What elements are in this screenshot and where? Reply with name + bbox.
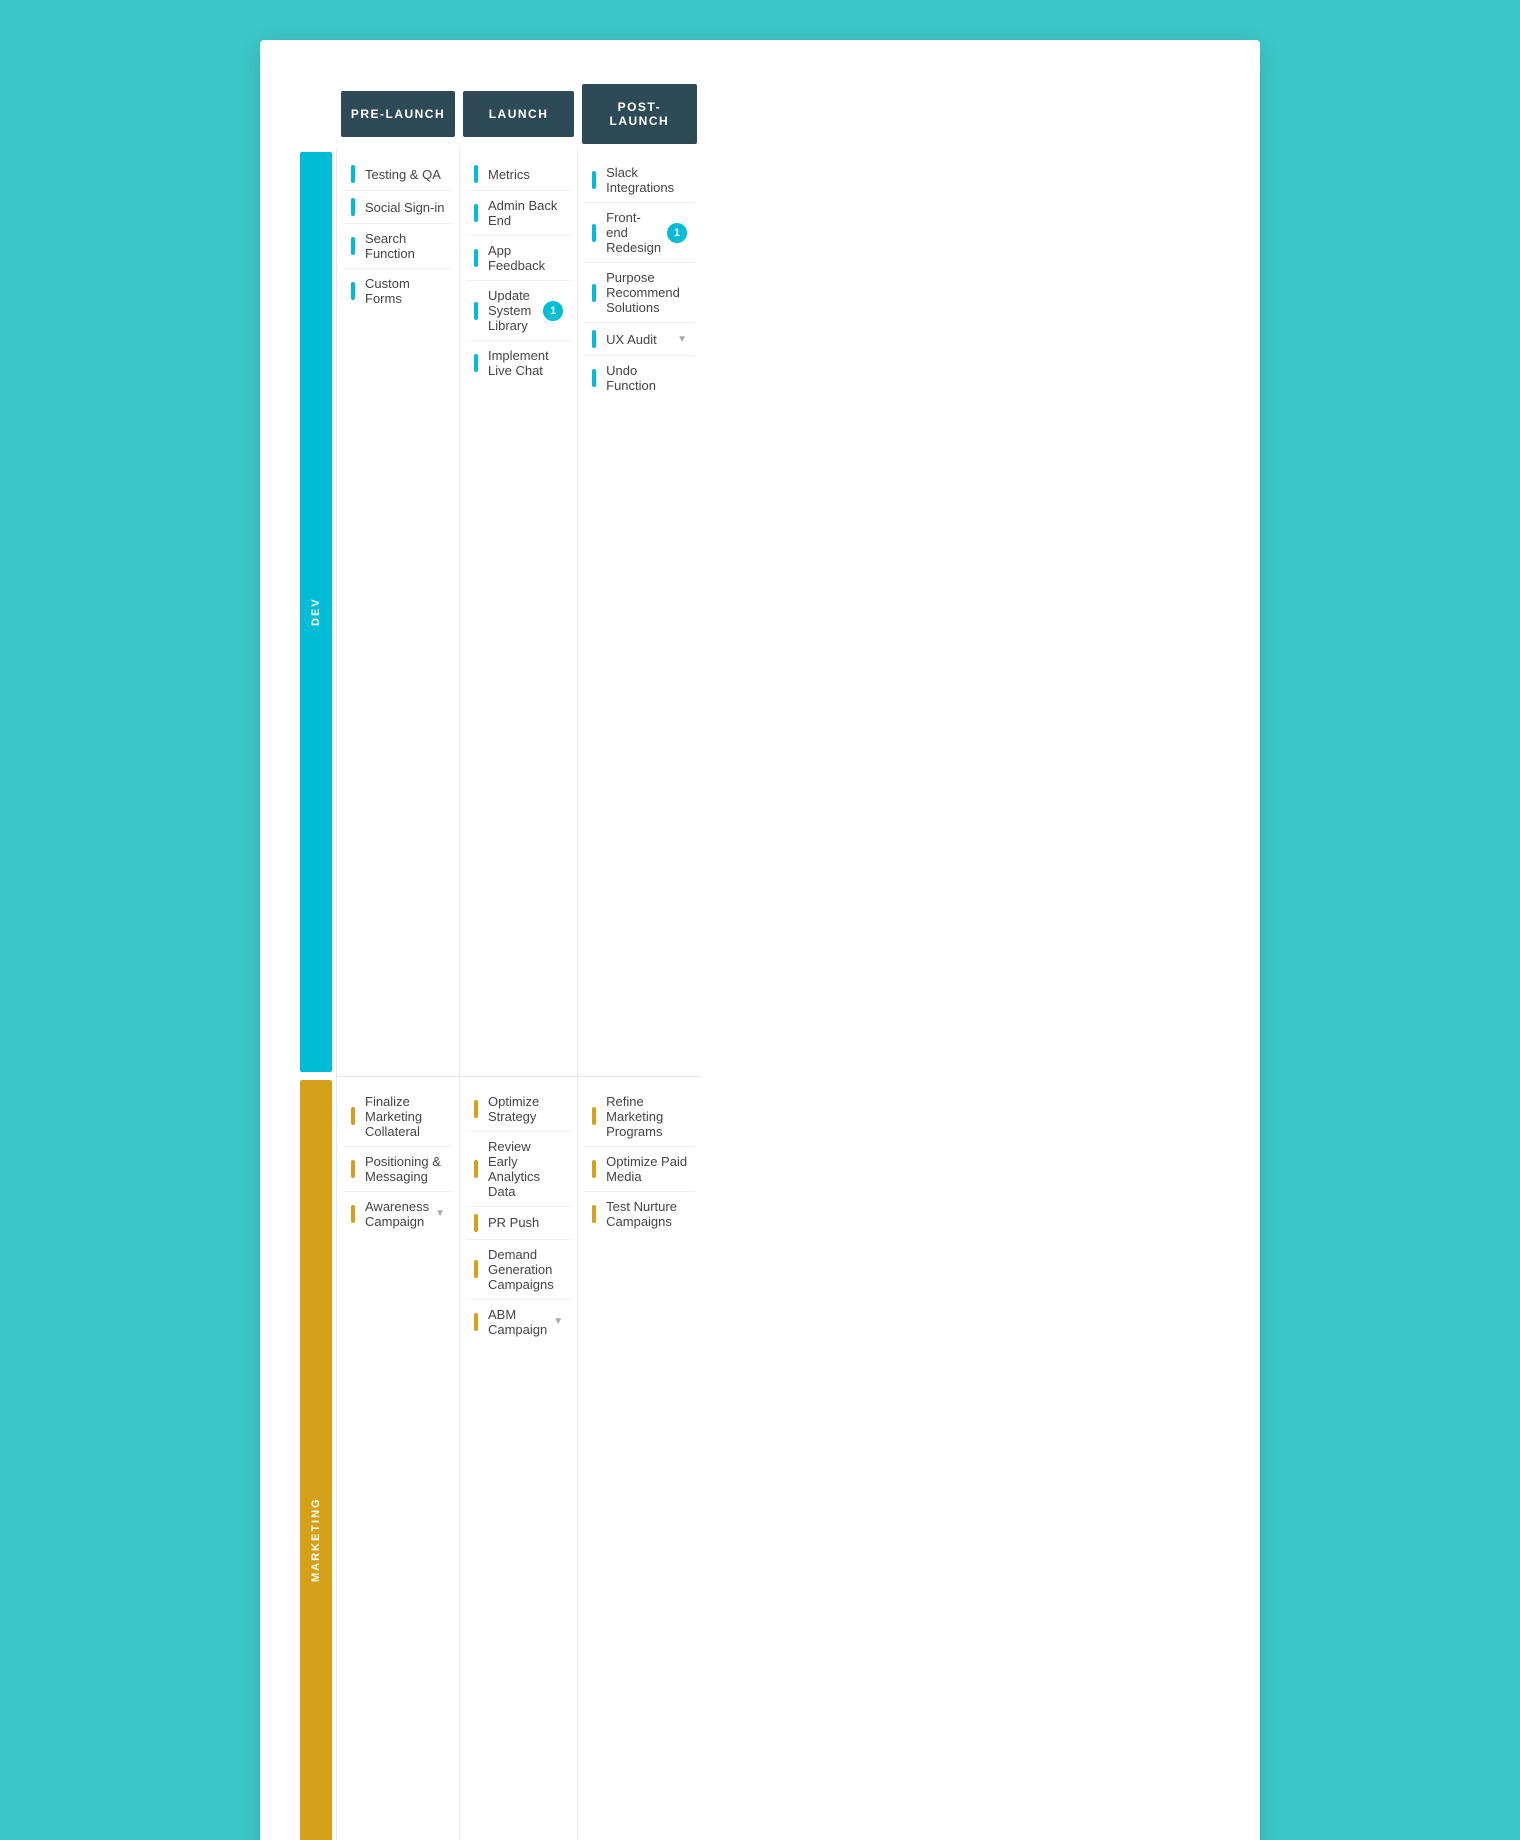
task-label: Implement Live Chat	[488, 348, 563, 378]
task-bar	[351, 165, 355, 183]
task-bar	[592, 1160, 596, 1178]
task-item[interactable]: Front-end Redesign 1	[584, 203, 695, 263]
dropdown-arrow-icon: ▼	[553, 1316, 563, 1327]
task-bar	[592, 1107, 596, 1125]
task-item[interactable]: PR Push	[466, 1207, 571, 1240]
task-label: Test Nurture Campaigns	[606, 1199, 687, 1229]
task-bar	[351, 282, 355, 300]
task-bar	[351, 1107, 355, 1125]
task-bar	[592, 330, 596, 348]
task-label: Positioning & Messaging	[365, 1154, 445, 1184]
task-item[interactable]: Slack Integrations	[584, 158, 695, 203]
col-header-label: LAUNCH	[463, 91, 573, 137]
col-header-post-launch: POST-LAUNCH	[578, 80, 701, 148]
task-bar	[474, 354, 478, 372]
task-label: Review Early Analytics Data	[488, 1139, 563, 1199]
task-label: Awareness Campaign	[365, 1199, 429, 1229]
task-item[interactable]: Positioning & Messaging	[343, 1147, 453, 1192]
task-item[interactable]: Implement Live Chat	[466, 341, 571, 385]
task-item[interactable]: Search Function	[343, 224, 453, 269]
task-bar	[474, 204, 478, 222]
cell-dev-post-launch: Slack Integrations Front-end Redesign 1 Pur…	[578, 148, 701, 1076]
task-bar	[474, 249, 478, 267]
task-item[interactable]: Refine Marketing Programs	[584, 1087, 695, 1147]
row-label-dev: DEV	[300, 152, 332, 1072]
task-item[interactable]: Purpose Recommend Solutions	[584, 263, 695, 323]
task-item[interactable]: Custom Forms	[343, 269, 453, 313]
task-bar	[592, 224, 596, 242]
task-label: Metrics	[488, 167, 563, 182]
col-header-label: POST-LAUNCH	[582, 84, 697, 144]
cell-marketing-launch: Optimize Strategy Review Early Analytics …	[459, 1076, 577, 1840]
row-marketing: MARKETING Finalize Marketing Collateral Po…	[300, 1076, 701, 1840]
task-badge: 1	[543, 301, 563, 321]
dropdown-arrow-icon: ▼	[435, 1208, 445, 1219]
task-bar	[592, 284, 596, 302]
task-item[interactable]: Social Sign-in	[343, 191, 453, 224]
task-bar	[592, 1205, 596, 1223]
task-item[interactable]: Undo Function	[584, 356, 695, 400]
task-item[interactable]: Awareness Campaign ▼	[343, 1192, 453, 1236]
task-label: Optimize Strategy	[488, 1094, 563, 1124]
task-label: UX Audit	[606, 332, 671, 347]
task-label: Front-end Redesign	[606, 210, 661, 255]
task-label: Admin Back End	[488, 198, 563, 228]
task-item[interactable]: Optimize Strategy	[466, 1087, 571, 1132]
task-label: ABM Campaign	[488, 1307, 547, 1337]
task-bar	[351, 1160, 355, 1178]
dropdown-arrow-icon: ▼	[677, 334, 687, 345]
main-card: PRE-LAUNCHLAUNCHPOST-LAUNCHDEVTesting & …	[260, 40, 1260, 1840]
task-label: Undo Function	[606, 363, 687, 393]
col-header-launch: LAUNCH	[459, 80, 577, 148]
task-item[interactable]: Optimize Paid Media	[584, 1147, 695, 1192]
task-label: Search Function	[365, 231, 445, 261]
task-bar	[351, 237, 355, 255]
task-label: Update System Library	[488, 288, 537, 333]
task-item[interactable]: UX Audit ▼	[584, 323, 695, 356]
task-label: Slack Integrations	[606, 165, 687, 195]
task-label: Social Sign-in	[365, 200, 445, 215]
task-label: Refine Marketing Programs	[606, 1094, 687, 1139]
task-label: Custom Forms	[365, 276, 445, 306]
task-label: Testing & QA	[365, 167, 445, 182]
task-item[interactable]: Testing & QA	[343, 158, 453, 191]
col-header-pre-launch: PRE-LAUNCH	[337, 80, 460, 148]
task-item[interactable]: App Feedback	[466, 236, 571, 281]
task-bar	[474, 1313, 478, 1331]
task-bar	[474, 1160, 478, 1178]
task-badge: 1	[667, 223, 687, 243]
task-label: Demand Generation Campaigns	[488, 1247, 563, 1292]
task-item[interactable]: Update System Library 1	[466, 281, 571, 341]
cell-dev-launch: Metrics Admin Back End App Feedback Update …	[459, 148, 577, 1076]
task-label: Optimize Paid Media	[606, 1154, 687, 1184]
task-label: Purpose Recommend Solutions	[606, 270, 687, 315]
task-bar	[474, 1260, 478, 1278]
task-label: App Feedback	[488, 243, 563, 273]
task-item[interactable]: Admin Back End	[466, 191, 571, 236]
task-bar	[474, 1100, 478, 1118]
task-item[interactable]: Test Nurture Campaigns	[584, 1192, 695, 1236]
task-bar	[474, 165, 478, 183]
cell-marketing-pre-launch: Finalize Marketing Collateral Positioning…	[337, 1076, 460, 1840]
task-item[interactable]: ABM Campaign ▼	[466, 1300, 571, 1344]
task-item[interactable]: Finalize Marketing Collateral	[343, 1087, 453, 1147]
task-bar	[351, 198, 355, 216]
col-header-label: PRE-LAUNCH	[341, 91, 456, 137]
task-bar	[592, 171, 596, 189]
task-item[interactable]: Metrics	[466, 158, 571, 191]
row-dev: DEV Testing & QA Social Sign-in Search Func…	[300, 148, 701, 1076]
kanban-grid: PRE-LAUNCHLAUNCHPOST-LAUNCHDEVTesting & …	[300, 80, 1220, 1840]
cell-marketing-post-launch: Refine Marketing Programs Optimize Paid M…	[578, 1076, 701, 1840]
cell-dev-pre-launch: Testing & QA Social Sign-in Search Functio…	[337, 148, 460, 1076]
task-item[interactable]: Review Early Analytics Data	[466, 1132, 571, 1207]
task-bar	[592, 369, 596, 387]
task-bar	[474, 302, 478, 320]
task-bar	[474, 1214, 478, 1232]
task-item[interactable]: Demand Generation Campaigns	[466, 1240, 571, 1300]
task-label: Finalize Marketing Collateral	[365, 1094, 445, 1139]
task-label: PR Push	[488, 1215, 563, 1230]
row-label-marketing: MARKETING	[300, 1080, 332, 1840]
task-bar	[351, 1205, 355, 1223]
